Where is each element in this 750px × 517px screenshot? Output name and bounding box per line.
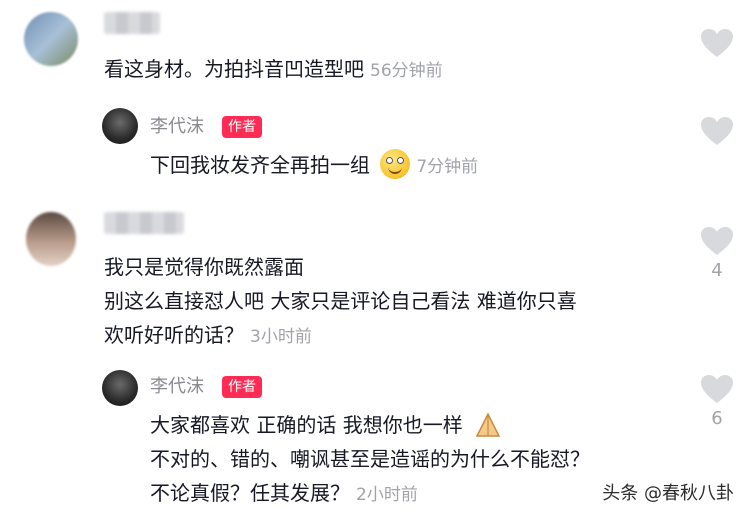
avatar[interactable]: [26, 212, 76, 266]
reply-text: 下回我妆发齐全再拍一组 7分钟前: [150, 148, 478, 184]
watermark: 头条 @春秋八卦: [602, 483, 734, 504]
heart-icon[interactable]: [700, 28, 734, 58]
author-badge: 作者: [222, 116, 262, 138]
comment-line: 别这么直接怼人吧 大家只是评论自己看法 难道你只喜: [104, 289, 577, 313]
reply-time: 2小时前: [356, 485, 418, 505]
reply-time: 7分钟前: [416, 157, 479, 177]
blurred-username[interactable]: [104, 212, 184, 234]
comment-time: 3小时前: [250, 327, 312, 347]
comment-text: 看这身材。为拍抖音凹造型吧 56分钟前: [104, 57, 443, 81]
heart-icon[interactable]: [700, 374, 734, 404]
smiling-face-emoji-icon: [380, 149, 411, 179]
avatar[interactable]: [24, 12, 78, 66]
author-avatar[interactable]: [102, 370, 138, 406]
blurred-username[interactable]: [104, 12, 160, 34]
like-count: 4: [711, 260, 723, 281]
reply-line: 不对的、错的、嘲讽甚至是造谣的为什么不能怼？: [150, 447, 590, 471]
reply-line: 不论真假？任其发展？ 2小时前: [150, 481, 418, 505]
author-avatar[interactable]: [102, 108, 138, 144]
like-count: 6: [711, 408, 723, 429]
heart-icon[interactable]: [700, 116, 734, 146]
author-name[interactable]: 李代沫: [150, 114, 204, 140]
comment-line: 我只是觉得你既然露面: [104, 255, 304, 279]
heart-icon[interactable]: [700, 226, 734, 256]
author-badge: 作者: [222, 376, 262, 398]
comment-line: 欢听好听的话？ 3小时前: [104, 323, 312, 347]
comment-time: 56分钟前: [370, 61, 443, 81]
author-name[interactable]: 李代沫: [150, 374, 204, 400]
